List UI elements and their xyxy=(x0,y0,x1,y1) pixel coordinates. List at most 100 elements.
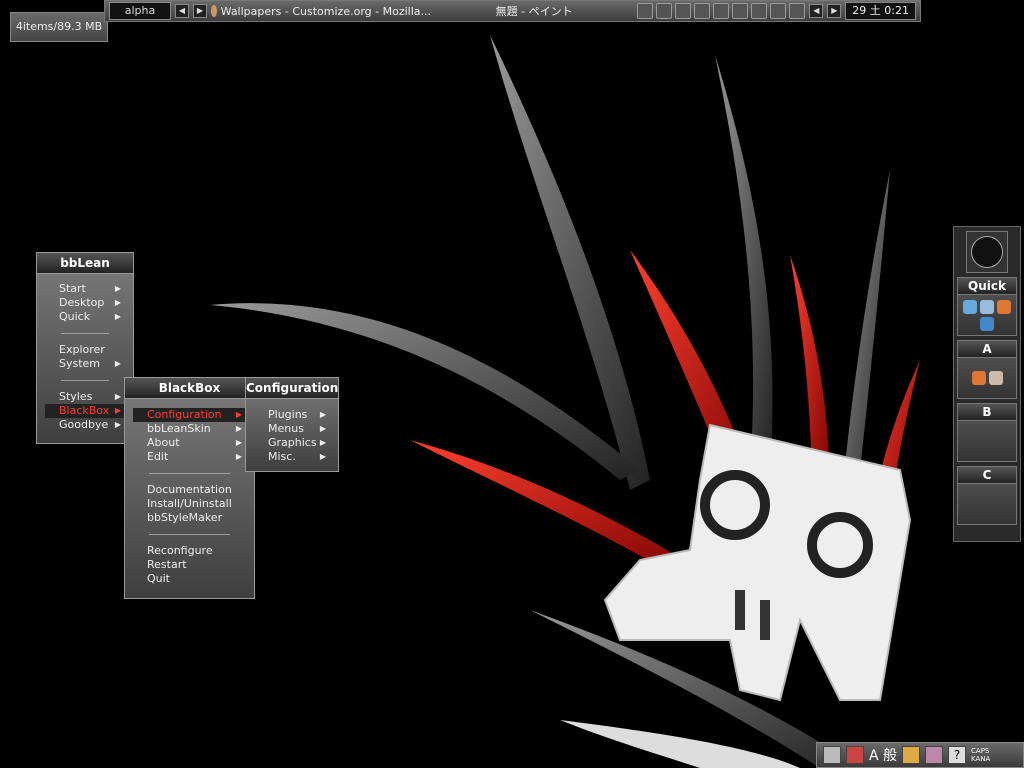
menu-item-plugins[interactable]: Plugins ▶ xyxy=(246,408,338,422)
workspace-label[interactable]: alpha xyxy=(109,2,171,20)
submenu-arrow-icon: ▶ xyxy=(235,452,242,461)
app-icon[interactable] xyxy=(988,371,1003,385)
menu-separator xyxy=(149,473,230,474)
prev-window-button[interactable]: ◀ xyxy=(809,4,824,18)
menu-item-misc[interactable]: Misc. ▶ xyxy=(246,450,338,464)
menu-item-menus[interactable]: Menus ▶ xyxy=(246,422,338,436)
menu-item-reconfigure[interactable]: Reconfigure xyxy=(125,544,254,558)
kana-indicator: KANA xyxy=(971,755,991,763)
submenu-arrow-icon: ▶ xyxy=(319,452,326,461)
menu-item-label: Graphics xyxy=(268,436,317,449)
panel-a: A xyxy=(957,340,1017,399)
ie-icon[interactable] xyxy=(980,316,994,331)
panel-title: Quick xyxy=(958,278,1016,295)
menu-item-bbleanskin[interactable]: bbLeanSkin ▶ xyxy=(125,422,254,436)
task-label: Wallpapers - Customize.org - Mozilla... xyxy=(220,4,431,18)
firefox-icon[interactable] xyxy=(971,371,986,385)
menu-item-about[interactable]: About ▶ xyxy=(125,436,254,450)
menu-item-label: Quick xyxy=(59,310,91,323)
firefox-icon xyxy=(211,5,217,17)
menu-item-label: Documentation xyxy=(147,483,232,496)
menu-item-label: System xyxy=(59,357,101,370)
menu-item-quit[interactable]: Quit xyxy=(125,572,254,586)
menu-item-start[interactable]: Start ▶ xyxy=(37,282,133,296)
caps-indicator: CAPS xyxy=(971,747,990,755)
slit: Quick A B C xyxy=(953,226,1021,542)
menu-item-graphics[interactable]: Graphics ▶ xyxy=(246,436,338,450)
menu-item-label: Start xyxy=(59,282,86,295)
help-icon[interactable]: ? xyxy=(948,746,967,764)
menu-item-explorer[interactable]: Explorer xyxy=(37,343,133,357)
tray-app-icon[interactable] xyxy=(656,3,673,19)
menu-separator xyxy=(61,333,109,334)
memory-status: 4items/89.3 MB xyxy=(10,12,108,42)
submenu-arrow-icon: ▶ xyxy=(114,359,121,368)
panel-c: C xyxy=(957,466,1017,525)
submenu-arrow-icon: ▶ xyxy=(235,424,242,433)
ime-mode[interactable]: A 般 xyxy=(869,745,897,765)
analog-clock[interactable] xyxy=(966,231,1008,273)
tray-app-icon[interactable] xyxy=(637,3,654,19)
clock[interactable]: 29 土 0:21 xyxy=(845,2,916,20)
menu-item-desktop[interactable]: Desktop ▶ xyxy=(37,296,133,310)
menu-item-label: Reconfigure xyxy=(147,544,213,557)
root-menu: bbLean Start ▶ Desktop ▶ Quick ▶ Explorer S… xyxy=(36,252,134,444)
toolbar-tray xyxy=(637,3,806,19)
panel-b: B xyxy=(957,403,1017,462)
panel-quick: Quick xyxy=(957,277,1017,336)
launcher-icon[interactable] xyxy=(963,299,977,314)
tools-icon[interactable] xyxy=(925,746,944,764)
submenu-arrow-icon: ▶ xyxy=(114,312,121,321)
menu-item-restart[interactable]: Restart xyxy=(125,558,254,572)
menu-item-label: Goodbye xyxy=(59,418,109,431)
submenu-arrow-icon: ▶ xyxy=(319,438,326,447)
tray-app-icon[interactable] xyxy=(675,3,692,19)
launcher-icon[interactable] xyxy=(980,299,994,314)
ime-icon[interactable] xyxy=(846,746,864,764)
menu-item-label: Menus xyxy=(268,422,304,435)
menu-item-bbstylemaker[interactable]: bbStyleMaker xyxy=(125,511,254,525)
tray-app-icon[interactable] xyxy=(694,3,711,19)
menu-item-label: Restart xyxy=(147,558,187,571)
menu-item-edit[interactable]: Edit ▶ xyxy=(125,450,254,464)
dictionary-icon[interactable] xyxy=(902,746,921,764)
firefox-icon[interactable] xyxy=(997,299,1011,314)
submenu-arrow-icon: ▶ xyxy=(319,410,326,419)
menu-item-label: Explorer xyxy=(59,343,105,356)
panel-title: A xyxy=(958,341,1016,358)
task-button-firefox[interactable]: Wallpapers - Customize.org - Mozilla... xyxy=(211,5,431,18)
menu-item-label: Quit xyxy=(147,572,170,585)
keyboard-icon[interactable] xyxy=(823,746,841,764)
tray-app-icon[interactable] xyxy=(770,3,787,19)
prev-workspace-button[interactable]: ◀ xyxy=(175,4,189,18)
next-workspace-button[interactable]: ▶ xyxy=(193,4,207,18)
next-window-button[interactable]: ▶ xyxy=(827,4,842,18)
menu-item-label: Plugins xyxy=(268,408,308,421)
menu-item-system[interactable]: System ▶ xyxy=(37,357,133,371)
menu-item-label: bbStyleMaker xyxy=(147,511,223,524)
menu-item-documentation[interactable]: Documentation xyxy=(125,483,254,497)
menu-item-label: Styles xyxy=(59,390,93,403)
menu-title: BlackBox xyxy=(125,378,254,399)
clock-icon xyxy=(971,236,1003,268)
menu-item-styles[interactable]: Styles ▶ xyxy=(37,390,133,404)
menu-item-quick[interactable]: Quick ▶ xyxy=(37,310,133,324)
menu-separator xyxy=(61,380,109,381)
menu-item-blackbox[interactable]: BlackBox ▶ xyxy=(45,404,125,418)
menu-item-label: About xyxy=(147,436,180,449)
menu-item-label: Desktop xyxy=(59,296,105,309)
tray-app-icon[interactable] xyxy=(732,3,749,19)
menu-item-goodbye[interactable]: Goodbye ▶ xyxy=(37,418,133,432)
menu-title: bbLean xyxy=(37,253,133,274)
menu-item-configuration[interactable]: Configuration ▶ xyxy=(133,408,246,422)
system-tray: A 般 ? CAPS KANA xyxy=(816,742,1024,768)
submenu-arrow-icon: ▶ xyxy=(114,284,121,293)
panel-title: B xyxy=(958,404,1016,421)
tray-app-icon[interactable] xyxy=(789,3,806,19)
menu-item-label: Install/Uninstall xyxy=(147,497,232,510)
blackbox-menu: BlackBox Configuration ▶ bbLeanSkin ▶ Abou… xyxy=(124,377,255,599)
tray-app-icon[interactable] xyxy=(713,3,730,19)
menu-item-label: bbLeanSkin xyxy=(147,422,211,435)
tray-app-icon[interactable] xyxy=(751,3,768,19)
menu-item-install-uninstall[interactable]: Install/Uninstall xyxy=(125,497,254,511)
